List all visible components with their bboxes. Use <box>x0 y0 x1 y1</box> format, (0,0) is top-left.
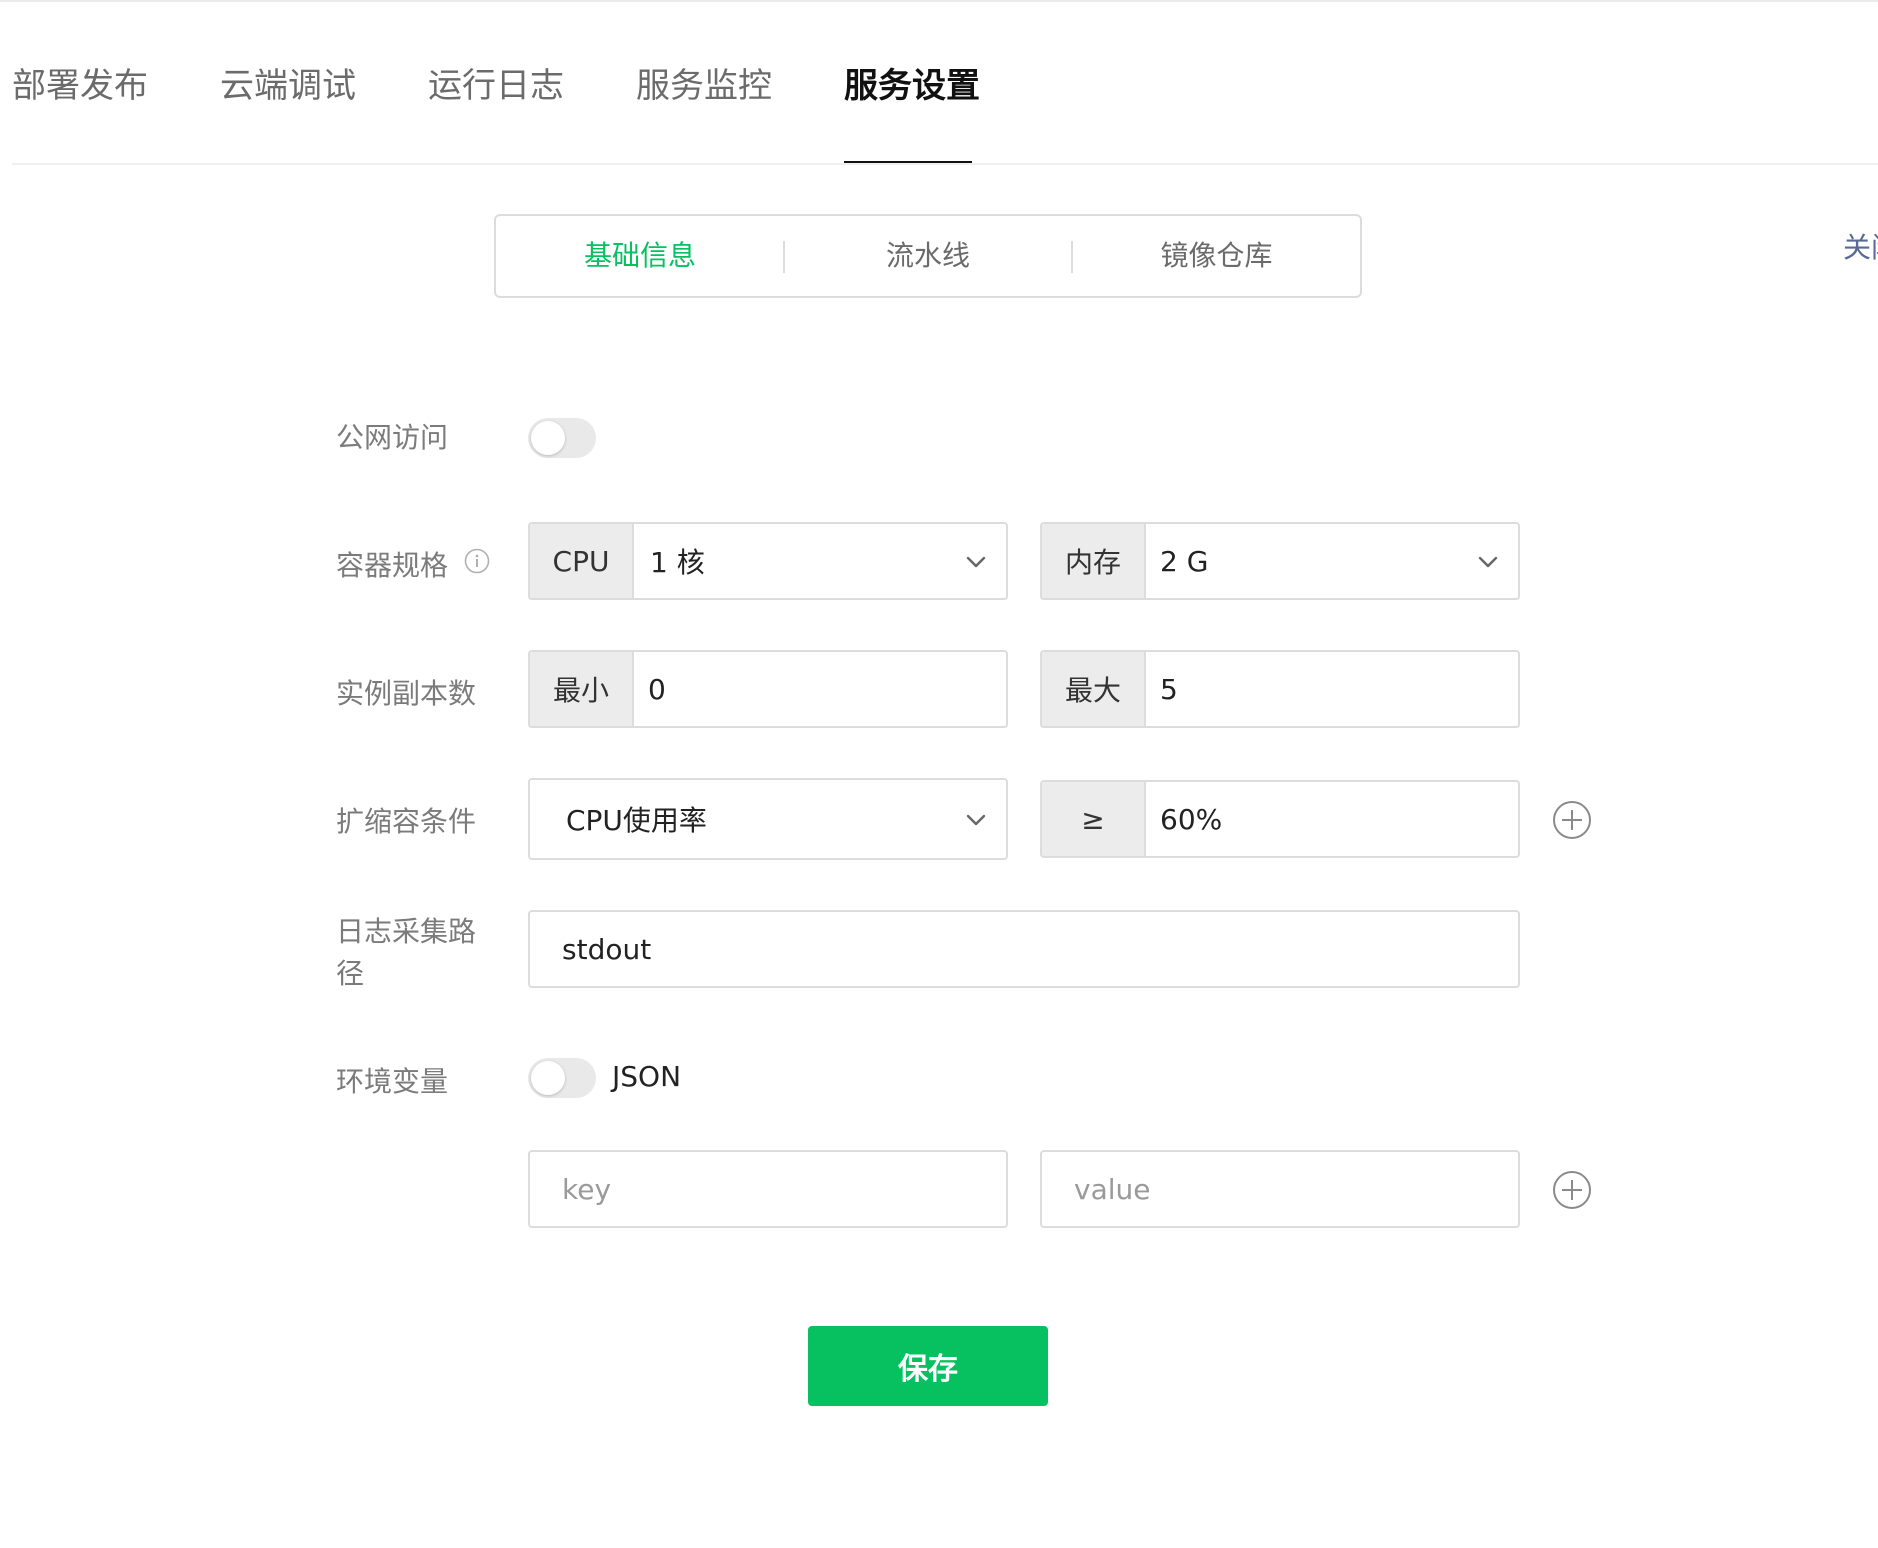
tab-deploy[interactable]: 部署发布 <box>12 58 148 107</box>
min-replicas-value: 0 <box>648 672 666 706</box>
add-condition-icon[interactable] <box>1552 800 1592 840</box>
max-addon: 最大 <box>1042 652 1146 726</box>
env-label: 环境变量 <box>336 1065 449 1098</box>
segment-image-registry[interactable]: 镜像仓库 <box>1073 216 1360 296</box>
chevron-down-icon <box>966 556 986 568</box>
min-addon: 最小 <box>530 652 634 726</box>
json-switch[interactable] <box>528 1058 596 1098</box>
scaling-threshold-input[interactable]: ≥ 60% <box>1040 780 1520 858</box>
env-key-placeholder: key <box>562 1172 612 1206</box>
scaling-metric-select[interactable]: CPU使用率 <box>528 778 1008 860</box>
top-tabs: 部署发布 云端调试 运行日志 服务监控 服务设置 <box>0 0 1878 166</box>
info-icon[interactable] <box>464 548 490 574</box>
scaling-metric-value: CPU使用率 <box>566 804 707 837</box>
log-path-value: stdout <box>562 932 652 966</box>
memory-addon: 内存 <box>1042 524 1146 598</box>
tab-cloud-debug[interactable]: 云端调试 <box>220 58 356 107</box>
switch-knob <box>531 1061 565 1095</box>
operator-addon: ≥ <box>1042 782 1146 856</box>
memory-select[interactable]: 内存 2 G <box>1040 522 1520 600</box>
env-value-placeholder: value <box>1074 1172 1151 1206</box>
public-access-switch[interactable] <box>528 418 596 458</box>
save-button[interactable]: 保存 <box>808 1326 1048 1406</box>
max-replicas-input[interactable]: 最大 5 <box>1040 650 1520 728</box>
settings-segment: 基础信息 流水线 镜像仓库 <box>494 214 1362 298</box>
scaling-label: 扩缩容条件 <box>336 805 477 838</box>
log-path-label-line2: 径 <box>336 957 365 990</box>
max-replicas-value: 5 <box>1160 672 1178 706</box>
tab-monitoring[interactable]: 服务监控 <box>636 58 772 107</box>
segment-basic-info[interactable]: 基础信息 <box>496 216 784 296</box>
threshold-value: 60% <box>1160 802 1223 836</box>
memory-value: 2 G <box>1160 544 1209 578</box>
tab-service-settings[interactable]: 服务设置 <box>844 58 980 107</box>
json-label: JSON <box>612 1060 682 1093</box>
chevron-down-icon <box>966 814 986 826</box>
container-spec-label: 容器规格 <box>336 549 449 582</box>
public-access-label: 公网访问 <box>336 421 449 454</box>
segment-pipeline[interactable]: 流水线 <box>785 216 1071 296</box>
close-link[interactable]: 关闭 <box>1843 226 1878 266</box>
cpu-value: 1 核 <box>650 546 705 579</box>
chevron-down-icon <box>1478 556 1498 568</box>
cpu-select[interactable]: CPU 1 核 <box>528 522 1008 600</box>
tabs-divider <box>12 163 1878 165</box>
env-key-input[interactable]: key <box>528 1150 1008 1228</box>
replicas-label: 实例副本数 <box>336 677 477 710</box>
min-replicas-input[interactable]: 最小 0 <box>528 650 1008 728</box>
switch-knob <box>531 421 565 455</box>
log-path-input[interactable]: stdout <box>528 910 1520 988</box>
log-path-label-line1: 日志采集路 <box>336 915 477 948</box>
env-value-input[interactable]: value <box>1040 1150 1520 1228</box>
add-env-icon[interactable] <box>1552 1170 1592 1210</box>
cpu-addon: CPU <box>530 524 634 598</box>
tab-logs[interactable]: 运行日志 <box>428 58 564 107</box>
